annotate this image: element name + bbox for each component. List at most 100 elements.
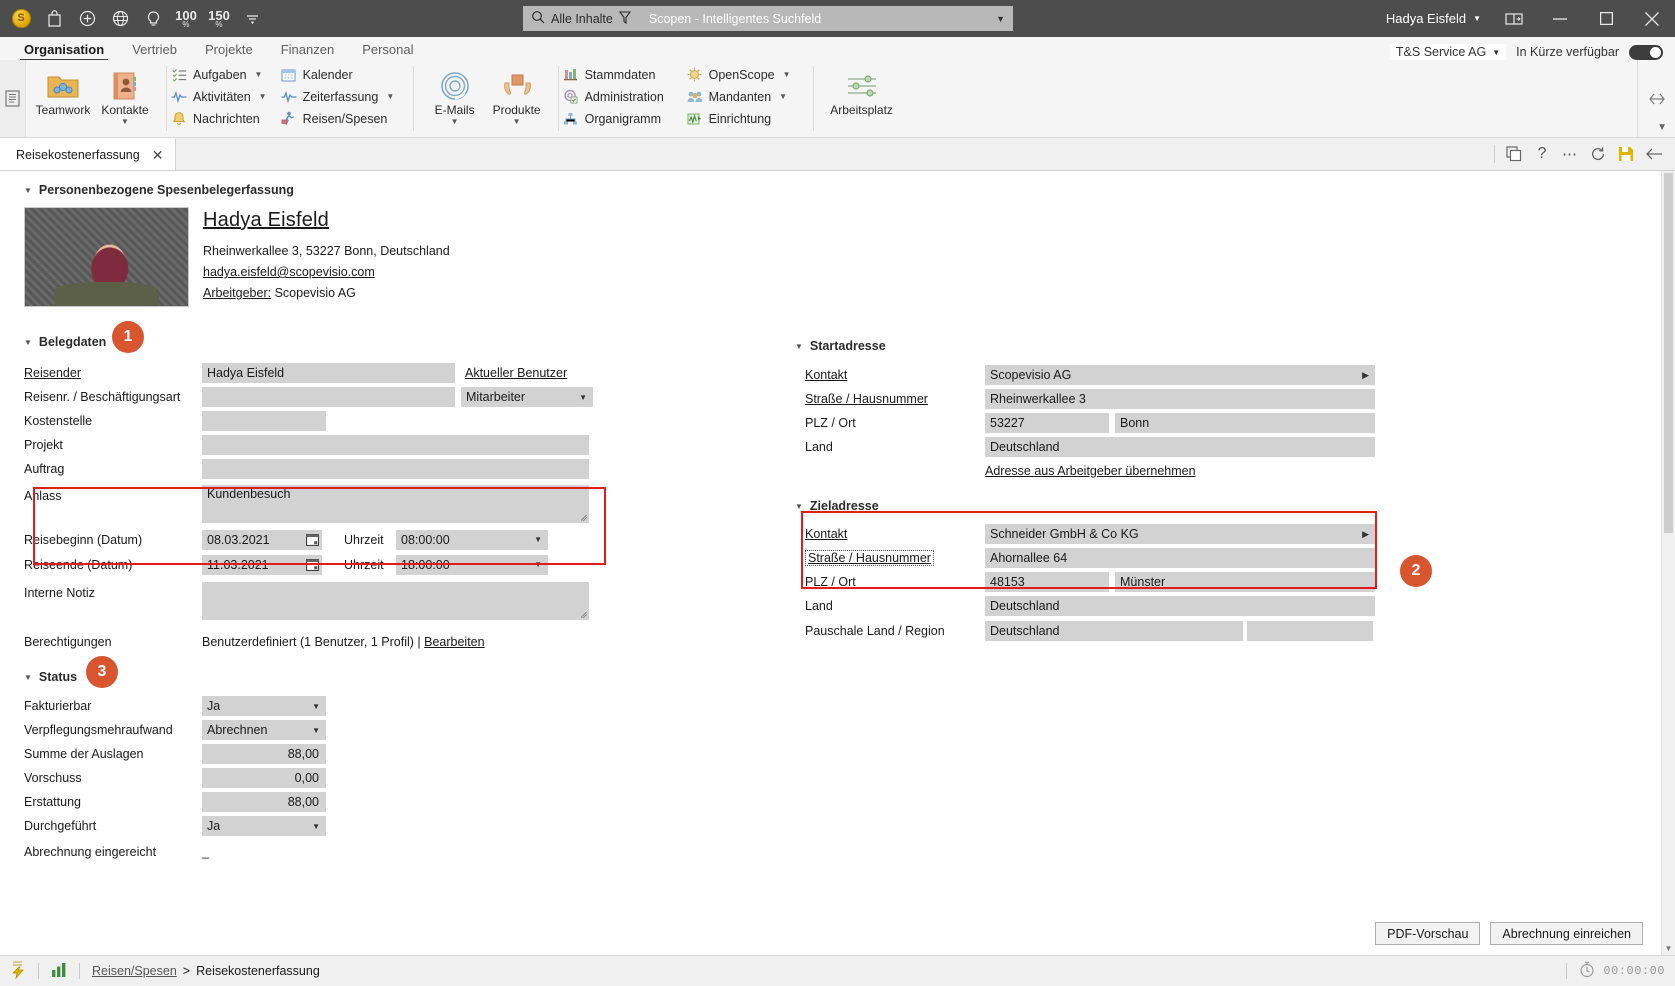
label-start-kontakt[interactable]: Kontakt [805,368,985,382]
ribbon-button-nachrichten[interactable]: Nachrichten [171,110,267,127]
field-pauschale-region[interactable] [1247,621,1373,641]
help-icon[interactable]: ? [1529,138,1555,170]
filter-icon[interactable] [618,10,631,27]
zoom-100-button[interactable]: 100% [171,4,201,34]
ribbon-button-mandanten[interactable]: Mandanten ▼ [687,88,799,105]
select-durchgefuehrt[interactable]: Ja ▼ [202,816,326,836]
tenant-selector[interactable]: T&S Service AG ▼ [1389,44,1507,60]
ribbon-button-produkte[interactable]: Produkte ▼ [486,64,548,126]
field-vorschuss[interactable]: 0,00 [202,768,326,788]
calendar-picker-icon[interactable] [302,529,322,550]
scrollbar-thumb[interactable] [1664,173,1673,533]
back-arrow-icon[interactable] [1641,138,1667,170]
tab-vertrieb[interactable]: Vertrieb [118,40,191,60]
stopwatch-icon[interactable] [1579,961,1595,981]
field-kostenstelle[interactable] [202,411,326,431]
field-anlass[interactable]: Kundenbesuch [202,485,589,523]
ribbon-button-arbeitsplatz[interactable]: Arbeitsplatz [824,64,900,117]
ribbon-button-einrichtung[interactable]: Einrichtung [687,110,799,127]
maximize-button[interactable] [1583,0,1629,37]
close-button[interactable] [1629,0,1675,37]
field-ziel-kontakt[interactable]: Schneider GmbH & Co KG ▶ [985,524,1375,544]
chevron-down-icon[interactable]: ▼ [24,186,32,195]
field-start-strasse[interactable]: Rheinwerkallee 3 [985,389,1375,409]
chevron-down-icon[interactable]: ▼ [24,338,32,347]
ribbon-button-emails[interactable]: E-Mails ▼ [424,64,486,126]
ribbon-button-aktivitaeten[interactable]: Aktivitäten ▼ [171,88,267,105]
overflow-caret-icon[interactable] [237,4,267,34]
field-reisebeginn-date[interactable]: 08.03.2021 [202,529,302,550]
field-start-land[interactable]: Deutschland [985,437,1375,457]
field-reisender[interactable]: Hadya Eisfeld [202,363,455,383]
chevron-down-icon[interactable]: ▼ [451,117,459,126]
tab-personal[interactable]: Personal [348,40,427,60]
ribbon-button-reisen-spesen[interactable]: Reisen/Spesen [281,110,399,127]
chevron-right-icon[interactable]: ▶ [1362,370,1369,381]
field-start-kontakt[interactable]: Scopevisio AG ▶ [985,365,1375,385]
field-reisenr[interactable] [202,387,455,407]
person-email-link[interactable]: hadya.eisfeld@scopevisio.com [203,265,450,279]
field-interne-notiz[interactable] [202,582,589,620]
field-ziel-plz[interactable]: 48153 [985,572,1109,592]
ribbon-split-rail[interactable] [1637,60,1675,137]
field-projekt[interactable] [202,435,589,455]
select-beschaeftigungsart[interactable]: Mitarbeiter ▼ [461,387,593,407]
tab-finanzen[interactable]: Finanzen [267,40,348,60]
chevron-down-icon[interactable]: ▼ [24,673,32,682]
chevron-down-icon[interactable]: ▼ [121,117,129,126]
chevron-down-icon[interactable]: ▼ [259,92,267,101]
chevron-down-icon[interactable]: ▼ [386,92,394,101]
field-ziel-strasse[interactable]: Ahornallee 64 [985,548,1375,568]
globe-icon[interactable] [105,4,135,34]
minimize-button[interactable] [1537,0,1583,37]
field-reiseende-date[interactable]: 11.03.2021 [202,554,302,575]
section-header-personenbezogene[interactable]: ▼ Personenbezogene Spesenbelegerfassung [24,183,624,197]
close-icon[interactable]: ✕ [152,148,164,162]
chevron-down-icon[interactable]: ▼ [255,70,263,79]
field-erstattung[interactable]: 88,00 [202,792,326,812]
duplicate-icon[interactable] [1501,138,1527,170]
ribbon-button-stammdaten[interactable]: Stammdaten [563,66,673,83]
ribbon-button-organigramm[interactable]: Organigramm [563,110,673,127]
ribbon-button-aufgaben[interactable]: Aufgaben ▼ [171,66,267,83]
chevron-right-icon[interactable]: ▶ [1362,529,1369,540]
breadcrumb-root-link[interactable]: Reisen/Spesen [92,964,177,978]
person-name-link[interactable]: Hadya Eisfeld [203,209,450,232]
chevron-down-icon[interactable]: ▼ [513,117,521,126]
chevron-down-icon[interactable]: ▼ [779,92,787,101]
zoom-150-button[interactable]: 150% [204,4,234,34]
ribbon-button-kalender[interactable]: Kalender [281,66,399,83]
field-start-plz[interactable]: 53227 [985,413,1109,433]
field-summe-auslagen[interactable]: 88,00 [202,744,326,764]
label-start-strasse[interactable]: Straße / Hausnummer [805,392,985,406]
chevron-down-icon[interactable]: ▼ [795,342,803,351]
abrechnung-einreichen-button[interactable]: Abrechnung einreichen [1490,922,1643,945]
ribbon-button-kontakte[interactable]: Kontakte ▼ [94,64,156,126]
ribbon-button-administration[interactable]: Administration [563,88,673,105]
chevron-down-icon[interactable]: ▼ [783,70,791,79]
section-header-zieladresse[interactable]: ▼ Zieladresse [795,499,1395,513]
ribbon-button-zeiterfassung[interactable]: Zeiterfassung ▼ [281,88,399,105]
select-verpflegungsmehraufwand[interactable]: Abrechnen ▼ [202,720,326,740]
field-auftrag[interactable] [202,459,589,479]
label-ziel-kontakt[interactable]: Kontakt [805,527,985,541]
tab-organisation[interactable]: Organisation [10,40,118,61]
coin-icon[interactable]: S [6,4,36,34]
select-reiseende-time[interactable]: 18:00:00 ▼ [396,554,548,575]
lightning-icon[interactable] [10,961,26,982]
section-header-startadresse[interactable]: ▼ Startadresse [795,339,1395,353]
tab-projekte[interactable]: Projekte [191,40,267,60]
ribbon-button-teamwork[interactable]: Teamwork [32,64,94,117]
user-menu-button[interactable]: Hadya Eisfeld ▼ [1376,11,1491,26]
field-ziel-land[interactable]: Deutschland [985,596,1375,616]
global-search[interactable]: Alle Inhalte Scopen - Intelligentes Such… [523,6,1013,31]
link-bearbeiten[interactable]: Bearbeiten [424,635,484,649]
label-reisender[interactable]: Reisender [24,366,202,380]
select-reisebeginn-time[interactable]: 08:00:00 ▼ [396,529,548,550]
vertical-scrollbar[interactable]: ▲ ▼ [1661,171,1675,955]
bar-chart-icon[interactable] [51,962,67,981]
save-icon[interactable] [1613,138,1639,170]
lightbulb-icon[interactable] [138,4,168,34]
search-input[interactable]: Scopen - Intelligentes Suchfeld ▼ [638,6,1013,31]
feature-toggle-switch[interactable] [1629,44,1663,60]
